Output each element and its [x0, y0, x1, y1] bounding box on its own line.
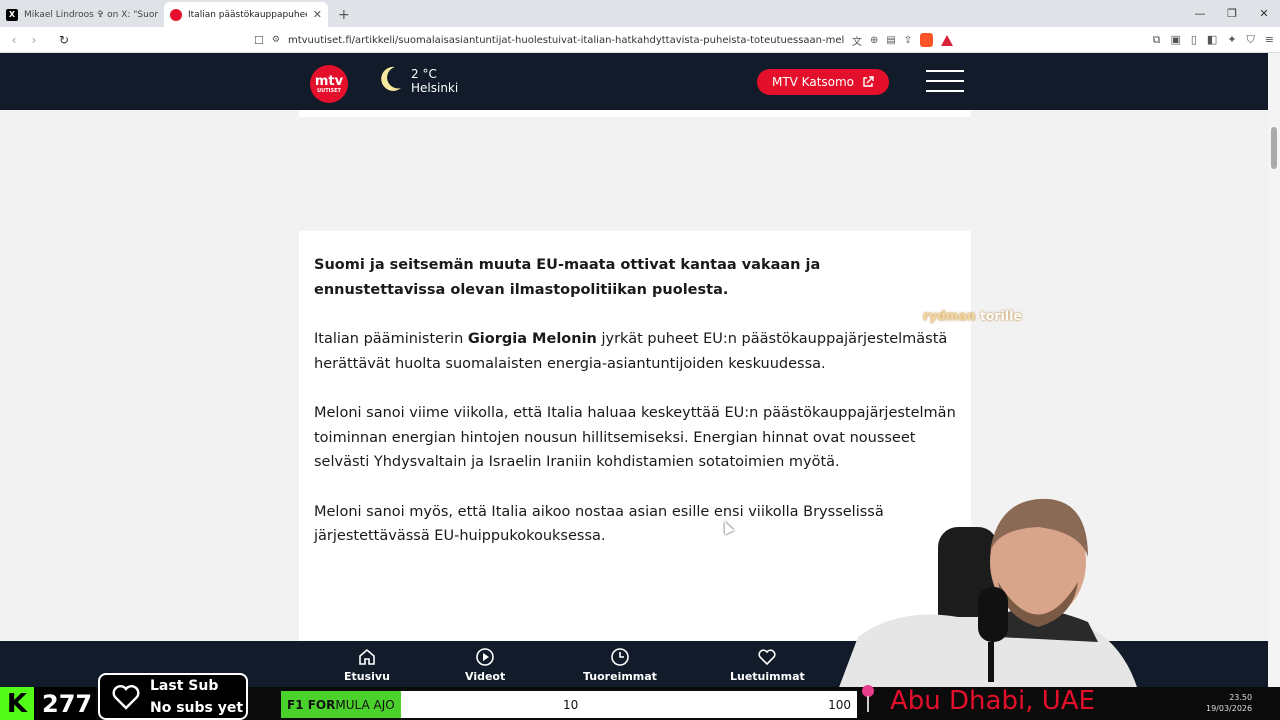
- window-controls: — ❐ ✕: [1184, 0, 1280, 27]
- nav-luetuimmat[interactable]: Luetuimmat: [730, 647, 805, 683]
- weather-widget: 2 °C Helsinki: [411, 67, 458, 95]
- nav-etusivu[interactable]: Etusivu: [344, 647, 390, 683]
- close-window-icon[interactable]: ✕: [1248, 7, 1280, 20]
- browser-tab-mtv[interactable]: Italian päästökauppapuheet huo ✕: [164, 2, 328, 27]
- play-icon: [476, 648, 494, 666]
- browser-tab-x[interactable]: X Mikael Lindroos ✞ on X: "Suomen ha: [0, 2, 164, 27]
- moon-icon: [381, 66, 401, 91]
- nav-tuoreimmat[interactable]: Tuoreimmat: [583, 647, 657, 683]
- reader-icon[interactable]: ▤: [886, 35, 895, 46]
- f1-current-value: 10: [563, 697, 579, 712]
- heart-icon: [112, 684, 140, 710]
- extensions-icon[interactable]: ⧉: [1153, 33, 1161, 47]
- vpn-icon[interactable]: ◧: [1207, 33, 1217, 47]
- leo-ai-icon[interactable]: ✦: [1227, 33, 1236, 47]
- menu-icon[interactable]: ≡: [1265, 33, 1274, 47]
- sidebar-icon[interactable]: ▯: [1191, 33, 1197, 47]
- back-icon[interactable]: ‹: [4, 33, 24, 47]
- streamer-webcam: [838, 498, 1138, 690]
- restore-icon[interactable]: ❐: [1216, 7, 1248, 20]
- location-pin-icon: [862, 685, 874, 712]
- translate-icon[interactable]: 文: [852, 33, 862, 48]
- f1-goal-value: 100: [828, 697, 851, 712]
- home-icon: [359, 648, 375, 665]
- site-header: mtv UUTISET 2 °C Helsinki MTV Katsomo: [0, 53, 1280, 110]
- last-sub-value: No subs yet: [150, 699, 244, 716]
- x-logo-icon: X: [6, 8, 18, 21]
- browser-tab-bar: X Mikael Lindroos ✞ on X: "Suomen ha Ita…: [0, 0, 1280, 27]
- address-bar[interactable]: ☐ ⚙ mtvuutiset.fi/artikkeli/suomalaisasi…: [254, 29, 998, 51]
- wallet-icon[interactable]: ▣: [1170, 33, 1180, 47]
- mtv-uutiset-logo[interactable]: mtv UUTISET: [310, 65, 348, 103]
- forward-icon[interactable]: ›: [24, 33, 44, 47]
- stream-overlay-text: rydman torille: [923, 309, 1022, 323]
- external-link-icon: [863, 76, 874, 87]
- viewer-count: 277: [42, 689, 93, 718]
- site-info-icon[interactable]: ⚙: [272, 35, 280, 45]
- article-paragraph-1: Italian pääministerin Giorgia Melonin jy…: [314, 331, 948, 372]
- f1-label: F1 FOR MULA AJO: [281, 691, 401, 718]
- tab-title: Italian päästökauppapuheet huo: [188, 9, 307, 20]
- tab-title: Mikael Lindroos ✞ on X: "Suomen ha: [24, 9, 158, 20]
- scrollbar-thumb[interactable]: [1271, 127, 1277, 169]
- article-lead: Suomi ja seitsemän muuta EU-maata ottiva…: [314, 257, 821, 298]
- bookmark-icon[interactable]: ☐: [254, 34, 264, 47]
- kick-viewer-counter: K 277: [0, 687, 96, 720]
- last-sub-title: Last Sub: [150, 677, 219, 694]
- mtv-favicon-icon: [170, 8, 182, 21]
- zoom-icon[interactable]: ⊕: [870, 35, 878, 46]
- new-tab-button[interactable]: +: [328, 7, 360, 27]
- brave-rewards-icon[interactable]: [941, 34, 954, 46]
- person-name: Giorgia Melonin: [467, 331, 597, 347]
- last-sub-widget: Last Sub No subs yet: [98, 673, 248, 720]
- clock-icon: [611, 648, 629, 666]
- f1-progress-bar: F1 FOR MULA AJO 10 100: [281, 691, 857, 718]
- menu-button[interactable]: [926, 70, 964, 92]
- temperature: 2 °C: [411, 67, 437, 81]
- previous-card-edge: [299, 110, 971, 117]
- minimize-icon[interactable]: —: [1184, 7, 1216, 20]
- system-clock: 23.50 19/03/2026: [1206, 693, 1253, 713]
- brave-shields-icon[interactable]: [920, 33, 934, 47]
- shield-icon[interactable]: ⛉: [1247, 33, 1255, 47]
- url-text[interactable]: mtvuutiset.fi/artikkeli/suomalaisasiantu…: [288, 35, 844, 46]
- share-icon[interactable]: ⇪: [904, 35, 912, 46]
- mtv-katsomo-button[interactable]: MTV Katsomo: [757, 69, 889, 95]
- heart-icon: [758, 649, 776, 666]
- nav-videot[interactable]: Videot: [465, 647, 505, 683]
- close-tab-icon[interactable]: ✕: [313, 8, 322, 21]
- page-scrollbar[interactable]: [1268, 53, 1280, 687]
- kick-logo-icon: K: [0, 687, 34, 720]
- reload-icon[interactable]: ↻: [54, 33, 74, 47]
- location-text: Abu Dhabi, UAE: [890, 686, 1095, 716]
- browser-toolbar: ‹ › ↻ ☐ ⚙ mtvuutiset.fi/artikkeli/suomal…: [0, 27, 1280, 53]
- city: Helsinki: [411, 81, 459, 95]
- article-paragraph-2: Meloni sanoi viime viikolla, että Italia…: [314, 405, 956, 470]
